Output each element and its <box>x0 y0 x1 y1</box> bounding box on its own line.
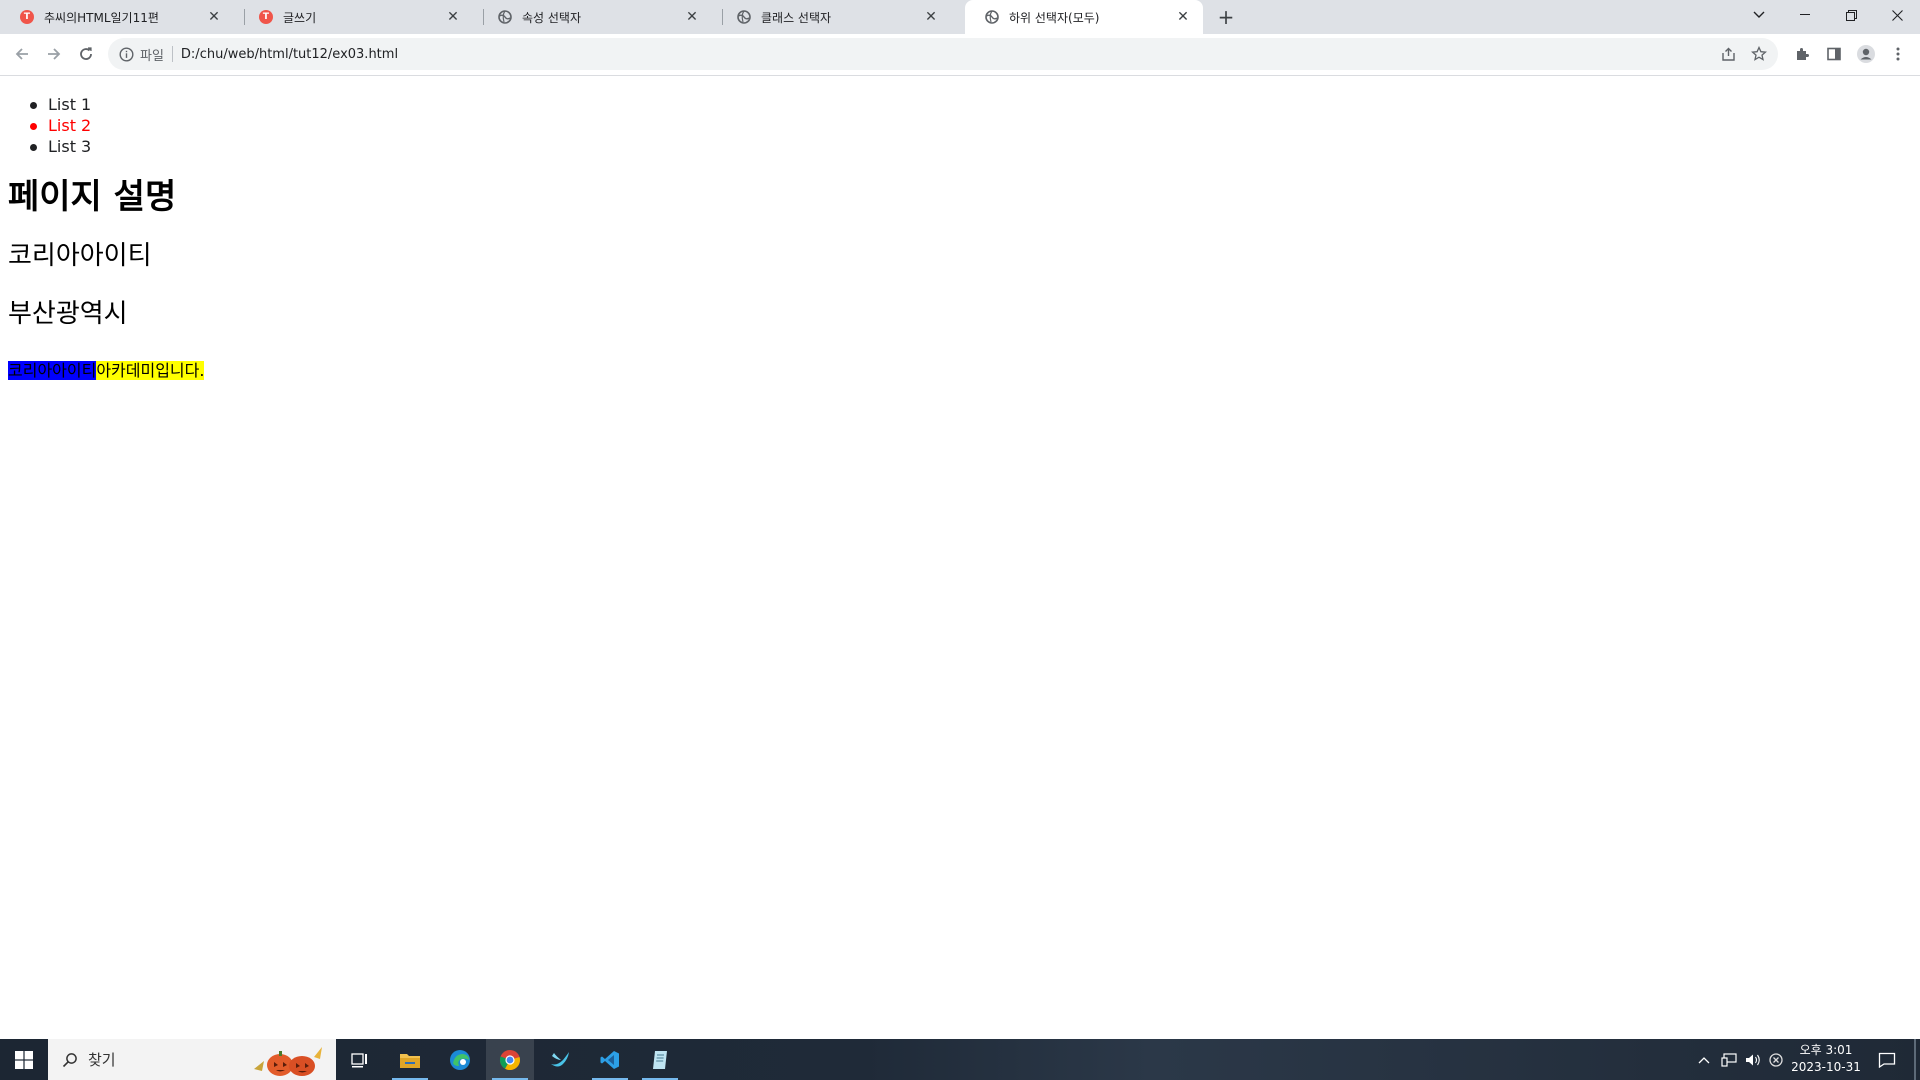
task-view-icon[interactable] <box>336 1039 384 1080</box>
browser-toolbar: 파일 D:/chu/web/html/tut12/ex03.html <box>0 34 1920 76</box>
globe-icon <box>737 10 751 24</box>
chrome-browser-icon[interactable] <box>486 1039 534 1080</box>
close-icon[interactable]: ✕ <box>445 9 461 25</box>
extensions-puzzle-icon[interactable] <box>1788 40 1816 68</box>
paragraph-city: 부산광역시 <box>8 299 128 329</box>
globe-icon <box>985 10 999 24</box>
search-icon <box>62 1052 77 1067</box>
edge-browser-icon[interactable] <box>436 1039 484 1080</box>
file-scheme-chip: 파일 <box>140 48 164 64</box>
volume-icon[interactable] <box>1742 1039 1764 1080</box>
notepad-icon[interactable] <box>636 1039 684 1080</box>
back-arrow-icon[interactable] <box>8 40 36 68</box>
tab-title: 추씨의HTML일기11편 <box>44 10 159 25</box>
tab-class-selector[interactable]: 클래스 선택자 ✕ <box>717 0 951 34</box>
list-item-highlighted: List 2 <box>29 116 92 135</box>
page-heading: 페이지 설명 <box>8 177 177 217</box>
tab-search-chevron-icon[interactable] <box>1736 0 1782 30</box>
close-icon[interactable]: ✕ <box>1175 9 1191 25</box>
yellow-highlight-span: 아카데미입니다. <box>96 361 205 380</box>
bookmark-star-icon[interactable] <box>1749 44 1769 64</box>
search-placeholder: 찾기 <box>88 1051 116 1069</box>
t-logo-icon: T <box>259 10 273 24</box>
side-panel-icon[interactable] <box>1820 40 1848 68</box>
vscode-icon[interactable] <box>586 1039 634 1080</box>
t-logo-icon: T <box>20 10 34 24</box>
tab-attribute-selector[interactable]: 속성 선택자 ✕ <box>478 0 712 34</box>
new-tab-button[interactable]: + <box>1214 5 1238 29</box>
tab-chussi-html-diary[interactable]: T 추씨의HTML일기11편 ✕ <box>0 0 234 34</box>
list-item: List 3 <box>29 137 92 156</box>
network-icon[interactable] <box>1718 1039 1740 1080</box>
tab-title: 하위 선택자(모두) <box>1009 10 1100 25</box>
share-icon[interactable] <box>1718 44 1738 64</box>
taskbar-clock[interactable]: 오후 3:01 2023-10-31 <box>1786 1042 1866 1076</box>
windows-start-icon[interactable] <box>0 1039 48 1080</box>
browser-tab-strip: T 추씨의HTML일기11편 ✕ T 글쓰기 ✕ 속성 선택자 ✕ 클래스 선택… <box>0 0 1920 34</box>
address-bar[interactable]: 파일 D:/chu/web/html/tut12/ex03.html <box>108 38 1778 70</box>
reload-icon[interactable] <box>72 40 100 68</box>
tray-chevron-up-icon[interactable] <box>1694 1039 1714 1080</box>
paragraph-academy: 코리아아이티아카데미입니다. <box>8 360 205 381</box>
forward-arrow-icon[interactable] <box>40 40 68 68</box>
close-window-icon[interactable] <box>1874 0 1920 30</box>
windows-taskbar: 찾기 오후 3:01 2023-10-31 <box>0 1039 1920 1080</box>
clock-time: 오후 3:01 <box>1799 1043 1853 1057</box>
globe-icon <box>498 10 512 24</box>
bullet-list: List 1 List 2 List 3 <box>29 94 92 157</box>
tab-write[interactable]: T 글쓰기 ✕ <box>239 0 473 34</box>
blue-highlight-span: 코리아아이티 <box>8 361 97 380</box>
page-viewport: List 1 List 2 List 3 페이지 설명 코리아아이티 부산광역시… <box>0 77 1920 1039</box>
tab-descendant-selector[interactable]: 하위 선택자(모두) ✕ <box>965 0 1203 34</box>
tab-title: 속성 선택자 <box>522 10 582 25</box>
restore-icon[interactable] <box>1828 0 1874 30</box>
close-icon[interactable]: ✕ <box>684 9 700 25</box>
close-icon[interactable]: ✕ <box>206 9 222 25</box>
close-icon[interactable]: ✕ <box>923 9 939 25</box>
notification-center-icon[interactable] <box>1872 1039 1902 1080</box>
clock-date: 2023-10-31 <box>1791 1060 1861 1074</box>
show-desktop-strip[interactable] <box>1914 1039 1916 1080</box>
kebab-menu-icon[interactable] <box>1884 40 1912 68</box>
halloween-pumpkin-icon <box>254 1047 322 1076</box>
file-explorer-icon[interactable] <box>386 1039 434 1080</box>
minimize-icon[interactable] <box>1782 0 1828 30</box>
taskbar-search-box[interactable]: 찾기 <box>48 1039 336 1080</box>
address-divider <box>171 46 173 62</box>
list-item: List 1 <box>29 95 92 114</box>
tab-title: 글쓰기 <box>283 10 317 25</box>
url-text[interactable]: D:/chu/web/html/tut12/ex03.html <box>181 47 398 62</box>
status-x-icon[interactable] <box>1766 1039 1786 1080</box>
profile-avatar-icon[interactable] <box>1852 40 1880 68</box>
info-icon[interactable] <box>118 46 134 62</box>
tab-title: 클래스 선택자 <box>761 10 832 25</box>
paragraph-company: 코리아아이티 <box>8 241 152 271</box>
swift-bird-app-icon[interactable] <box>536 1039 584 1080</box>
